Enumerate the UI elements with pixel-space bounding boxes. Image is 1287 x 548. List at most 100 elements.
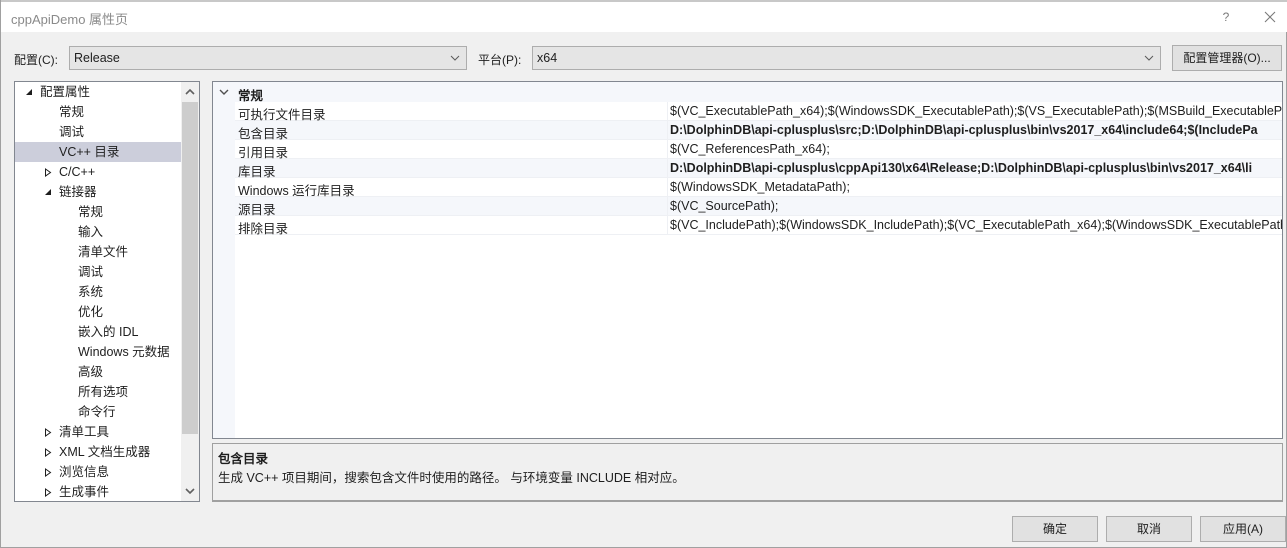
column-divider[interactable] (667, 197, 668, 216)
tree-item[interactable]: 配置属性 (15, 82, 181, 102)
grid-row[interactable]: 包含目录 D:\DolphinDB\api-cplusplus\src;D:\Do… (235, 121, 1282, 141)
column-divider[interactable] (667, 121, 668, 140)
property-name: 排除目录 (238, 222, 289, 236)
property-grid: 常规 可执行文件目录 $(VC_ExecutablePath_x64);$(Win… (212, 81, 1283, 439)
tree-item-label: 输入 (78, 225, 104, 239)
config-label: 配置(C): (14, 53, 58, 67)
expanded-triangle-icon[interactable] (25, 82, 37, 102)
tree-item-label: 生成事件 (59, 485, 110, 499)
property-value[interactable]: $(WindowsSDK_MetadataPath); (670, 180, 1282, 194)
column-divider[interactable] (667, 102, 668, 121)
config-manager-button[interactable]: 配置管理器(O)... (1172, 45, 1282, 71)
tree-item-label: 系统 (78, 285, 104, 299)
tree-item-label: 配置属性 (40, 85, 91, 99)
column-divider[interactable] (667, 178, 668, 197)
close-icon (1264, 11, 1276, 23)
property-pages-dialog: cppApiDemo 属性页 ? 配置(C): Release 平台(P): x… (0, 0, 1287, 548)
column-divider[interactable] (667, 140, 668, 159)
description-panel: 包含目录 生成 VC++ 项目期间，搜索包含文件时使用的路径。 与环境变量 IN… (212, 443, 1283, 502)
property-tree: 配置属性 常规 调试 VC++ 目录 C/C++ 链接器 常规 输入 清单文件 调试 系统 优化 嵌入的… (14, 81, 200, 502)
column-divider[interactable] (667, 216, 668, 235)
tree-item[interactable]: 嵌入的 IDL (15, 322, 181, 342)
tree-item-label: 调试 (78, 265, 104, 279)
tree-item-label: C/C++ (59, 165, 96, 179)
tree-item[interactable]: 常规 (15, 202, 181, 222)
collapsed-triangle-icon[interactable] (44, 462, 56, 482)
property-value[interactable]: D:\DolphinDB\api-cplusplus\cppApi130\x64… (670, 161, 1282, 175)
grid-row[interactable]: 排除目录 $(VC_IncludePath);$(WindowsSDK_Inclu… (235, 216, 1282, 236)
tree-item-label: 所有选项 (78, 385, 129, 399)
tree-item-label: Windows 元数据 (78, 345, 170, 359)
tree-item[interactable]: C/C++ (15, 162, 181, 182)
tree-item[interactable]: 调试 (15, 122, 181, 142)
grid-row[interactable]: 源目录 $(VC_SourcePath); (235, 197, 1282, 217)
tree-item-label: 调试 (59, 125, 85, 139)
tree-item[interactable]: 清单工具 (15, 422, 181, 442)
tree-item-label: 清单文件 (78, 245, 129, 259)
window-title: cppApiDemo 属性页 (11, 12, 129, 27)
expanded-triangle-icon[interactable] (44, 182, 56, 202)
scroll-down-icon[interactable] (181, 482, 199, 500)
scroll-up-icon[interactable] (181, 83, 199, 101)
grid-row[interactable]: 库目录 D:\DolphinDB\api-cplusplus\cppApi130\… (235, 159, 1282, 179)
collapsed-triangle-icon[interactable] (44, 482, 56, 501)
tree-item-label: 浏览信息 (59, 465, 110, 479)
tree-item-label: 优化 (78, 305, 104, 319)
tree-item[interactable]: 链接器 (15, 182, 181, 202)
tree-item[interactable]: 高级 (15, 362, 181, 382)
tree-item[interactable]: Windows 元数据 (15, 342, 181, 362)
tree-item[interactable]: 命令行 (15, 402, 181, 422)
close-button[interactable] (1259, 7, 1281, 27)
tree-item-label: 高级 (78, 365, 104, 379)
column-divider[interactable] (667, 159, 668, 178)
grid-row[interactable]: 引用目录 $(VC_ReferencesPath_x64); (235, 140, 1282, 160)
tree-item[interactable]: VC++ 目录 (15, 142, 181, 162)
property-value[interactable]: D:\DolphinDB\api-cplusplus\src;D:\Dolphi… (670, 123, 1282, 137)
tree-scrollbar[interactable] (181, 82, 199, 501)
collapsed-triangle-icon[interactable] (44, 162, 56, 182)
property-value[interactable]: $(VC_ReferencesPath_x64); (670, 142, 1282, 156)
scroll-thumb[interactable] (182, 102, 198, 434)
property-value[interactable]: $(VC_ExecutablePath_x64);$(WindowsSDK_Ex… (670, 104, 1282, 118)
title-bar: cppApiDemo 属性页 ? (1, 2, 1287, 32)
tree-item[interactable]: 所有选项 (15, 382, 181, 402)
tree-item-label: 清单工具 (59, 425, 110, 439)
tree-item[interactable]: 调试 (15, 262, 181, 282)
tree-item[interactable]: XML 文档生成器 (15, 442, 181, 462)
config-value: Release (74, 51, 120, 65)
tree-item-label: 常规 (59, 105, 85, 119)
chevron-down-icon (1144, 55, 1154, 61)
help-button[interactable]: ? (1215, 7, 1237, 27)
tree-item[interactable]: 生成事件 (15, 482, 181, 501)
collapsed-triangle-icon[interactable] (44, 422, 56, 442)
tree-item[interactable]: 浏览信息 (15, 462, 181, 482)
tree-item-label: VC++ 目录 (59, 145, 120, 159)
cancel-button[interactable]: 取消 (1106, 516, 1192, 542)
grid-gutter (213, 82, 235, 438)
grid-category-header[interactable]: 常规 (213, 82, 1282, 103)
tree-item-label: 命令行 (78, 405, 116, 419)
apply-button[interactable]: 应用(A) (1200, 516, 1286, 542)
tree-item-label: 常规 (78, 205, 104, 219)
ok-button[interactable]: 确定 (1012, 516, 1098, 542)
tree-item-label: 链接器 (59, 185, 97, 199)
grid-row[interactable]: Windows 运行库目录 $(WindowsSDK_MetadataPath); (235, 178, 1282, 198)
tree-item[interactable]: 清单文件 (15, 242, 181, 262)
tree-item-label: XML 文档生成器 (59, 445, 151, 459)
description-text: 生成 VC++ 项目期间，搜索包含文件时使用的路径。 与环境变量 INCLUDE… (218, 471, 685, 485)
config-dropdown[interactable]: Release (69, 46, 467, 70)
platform-dropdown[interactable]: x64 (532, 46, 1161, 70)
tree-item-label: 嵌入的 IDL (78, 325, 139, 339)
grid-row[interactable]: 可执行文件目录 $(VC_ExecutablePath_x64);$(Window… (235, 102, 1282, 122)
tree-item[interactable]: 常规 (15, 102, 181, 122)
platform-label: 平台(P): (478, 53, 522, 67)
chevron-down-icon[interactable] (217, 85, 231, 99)
platform-value: x64 (537, 51, 558, 65)
tree-item[interactable]: 优化 (15, 302, 181, 322)
collapsed-triangle-icon[interactable] (44, 442, 56, 462)
tree-item[interactable]: 输入 (15, 222, 181, 242)
property-value[interactable]: $(VC_IncludePath);$(WindowsSDK_IncludePa… (670, 218, 1282, 232)
chevron-down-icon (450, 55, 460, 61)
property-value[interactable]: $(VC_SourcePath); (670, 199, 1282, 213)
tree-item[interactable]: 系统 (15, 282, 181, 302)
